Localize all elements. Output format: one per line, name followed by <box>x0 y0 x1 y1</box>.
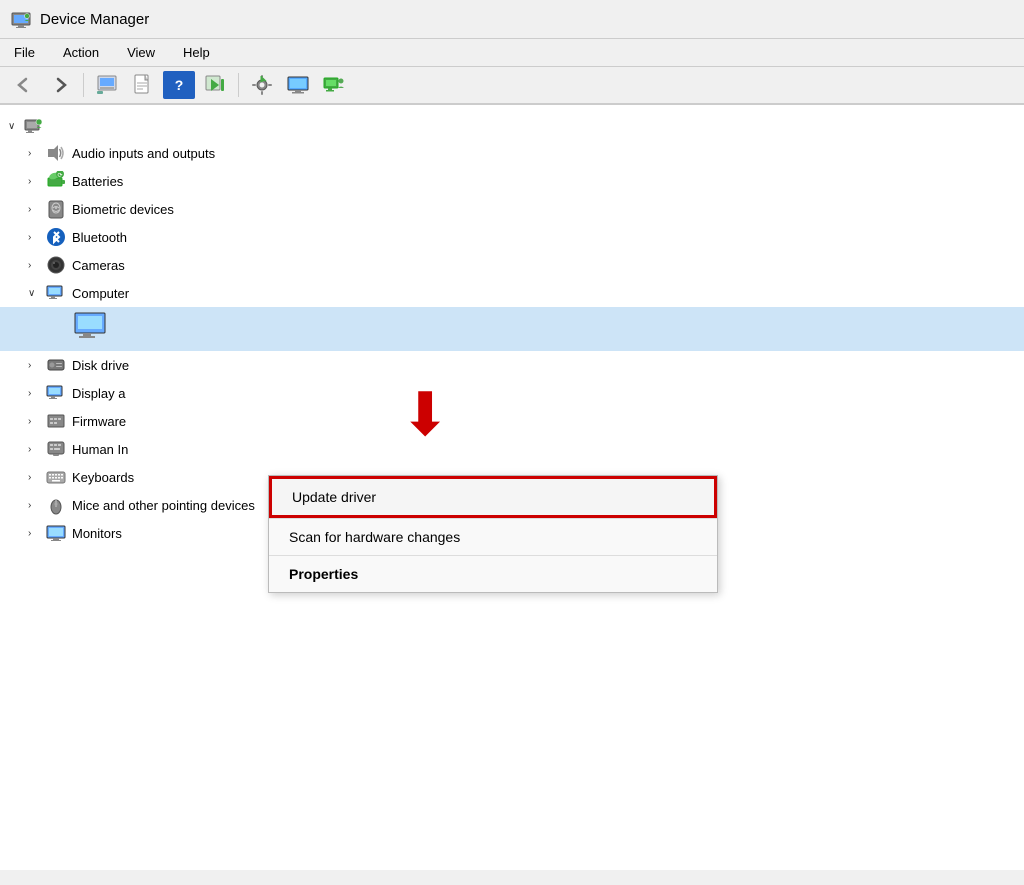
batteries-icon: ⟳ <box>46 171 66 191</box>
mice-label: Mice and other pointing devices <box>72 498 255 513</box>
menu-file[interactable]: File <box>8 43 41 62</box>
tree-item-biometric[interactable]: › Biometric devices <box>0 195 1024 223</box>
display-label: Display a <box>72 386 125 401</box>
toolbar-help-button[interactable]: ? <box>163 71 195 99</box>
tree-item-batteries[interactable]: › ⟳ Batteries <box>0 167 1024 195</box>
toolbar-update-button[interactable] <box>246 71 278 99</box>
batteries-label: Batteries <box>72 174 123 189</box>
hid-chevron: › <box>28 444 40 455</box>
firmware-label: Firmware <box>72 414 126 429</box>
tree-item-cameras[interactable]: › Cameras <box>0 251 1024 279</box>
tree-item-bluetooth[interactable]: › Bluetooth <box>0 223 1024 251</box>
keyboards-icon <box>46 467 66 487</box>
main-area: ∨ › Audio inputs and outputs › <box>0 105 1024 870</box>
svg-text:?: ? <box>175 77 184 93</box>
cameras-icon <box>46 255 66 275</box>
cameras-label: Cameras <box>72 258 125 273</box>
mice-chevron: › <box>28 500 40 511</box>
svg-text:⟳: ⟳ <box>57 173 62 179</box>
biometric-icon <box>46 199 66 219</box>
batteries-chevron: › <box>28 176 40 187</box>
toolbar-separator-2 <box>238 73 239 97</box>
toolbar-network-button[interactable] <box>318 71 350 99</box>
device-manager-title-icon <box>10 8 32 30</box>
biometric-label: Biometric devices <box>72 202 174 217</box>
forward-button[interactable] <box>44 71 76 99</box>
disk-icon <box>46 355 66 375</box>
bluetooth-chevron: › <box>28 232 40 243</box>
tree-root-item[interactable]: ∨ <box>0 113 1024 139</box>
toolbar-properties-button[interactable] <box>91 71 123 99</box>
cameras-chevron: › <box>28 260 40 271</box>
monitors-chevron: › <box>28 528 40 539</box>
monitors-label: Monitors <box>72 526 122 541</box>
toolbar-separator-1 <box>83 73 84 97</box>
bluetooth-icon <box>46 227 66 247</box>
tree-item-display[interactable]: › Display a <box>0 379 1024 407</box>
menu-bar: File Action View Help <box>0 39 1024 67</box>
bluetooth-label: Bluetooth <box>72 230 127 245</box>
display-chevron: › <box>28 388 40 399</box>
window-title: Device Manager <box>40 11 149 28</box>
computer-chevron: ∨ <box>28 288 40 299</box>
biometric-chevron: › <box>28 204 40 215</box>
monitors-icon <box>46 523 66 543</box>
title-bar: Device Manager <box>0 0 1024 39</box>
display-icon <box>46 383 66 403</box>
root-chevron: ∨ <box>8 121 20 132</box>
context-menu: Update driver Scan for hardware changes … <box>268 475 718 593</box>
context-menu-update-driver[interactable]: Update driver <box>269 476 717 518</box>
toolbar-monitor-button[interactable] <box>282 71 314 99</box>
toolbar: ? <box>0 67 1024 105</box>
tree-item-computer[interactable]: ∨ Computer <box>0 279 1024 307</box>
audio-chevron: › <box>28 148 40 159</box>
context-menu-properties[interactable]: Properties <box>269 556 717 592</box>
toolbar-scan-button[interactable] <box>199 71 231 99</box>
tree-item-disk[interactable]: › Disk drive <box>0 351 1024 379</box>
context-menu-scan-hardware[interactable]: Scan for hardware changes <box>269 519 717 555</box>
disk-label: Disk drive <box>72 358 129 373</box>
keyboards-chevron: › <box>28 472 40 483</box>
audio-label: Audio inputs and outputs <box>72 146 215 161</box>
disk-chevron: › <box>28 360 40 371</box>
mice-icon <box>46 495 66 515</box>
tree-sub-computer-child[interactable] <box>0 307 1024 351</box>
tree-item-hid[interactable]: › Human In <box>0 435 1024 463</box>
computer-root-icon <box>24 116 44 136</box>
keyboards-label: Keyboards <box>72 470 134 485</box>
computer-child-icon <box>70 311 116 347</box>
tree-item-firmware[interactable]: › Firmware <box>0 407 1024 435</box>
menu-action[interactable]: Action <box>57 43 105 62</box>
computer-label: Computer <box>72 286 129 301</box>
audio-icon <box>46 143 66 163</box>
tree-item-audio[interactable]: › Audio inputs and outputs <box>0 139 1024 167</box>
toolbar-document-button[interactable] <box>127 71 159 99</box>
firmware-icon <box>46 411 66 431</box>
menu-view[interactable]: View <box>121 43 161 62</box>
firmware-chevron: › <box>28 416 40 427</box>
back-button[interactable] <box>8 71 40 99</box>
computer-icon <box>46 283 66 303</box>
menu-help[interactable]: Help <box>177 43 216 62</box>
hid-icon <box>46 439 66 459</box>
hid-label: Human In <box>72 442 128 457</box>
